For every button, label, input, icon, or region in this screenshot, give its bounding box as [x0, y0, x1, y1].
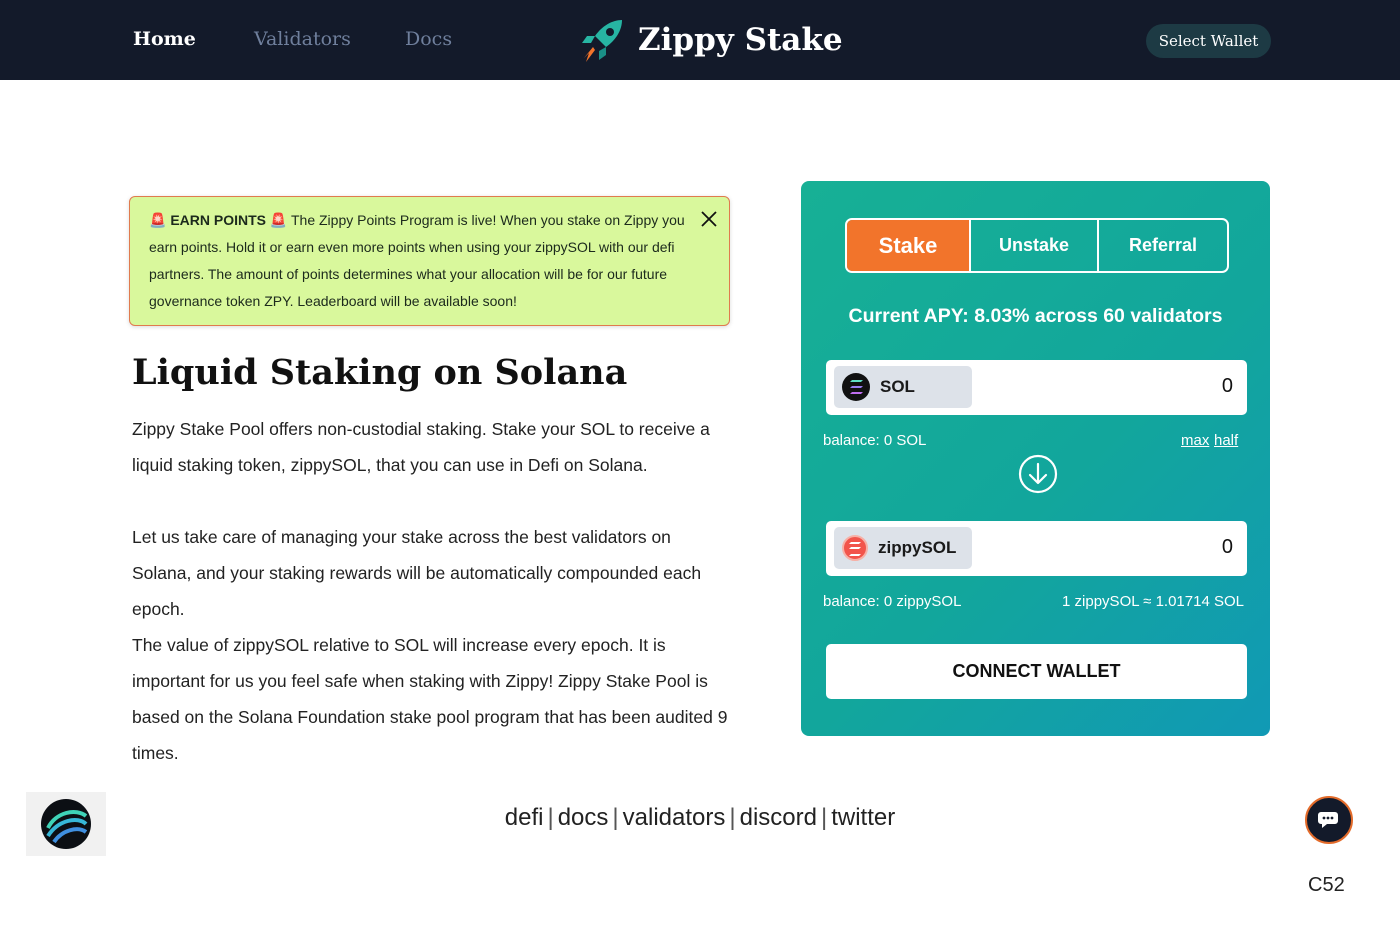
connect-wallet-button[interactable]: CONNECT WALLET — [826, 644, 1247, 699]
corner-code: C52 — [1308, 874, 1345, 896]
max-link[interactable]: max — [1181, 432, 1209, 449]
nav-validators-link[interactable]: Validators — [254, 28, 351, 50]
tab-referral[interactable]: Referral — [1097, 220, 1227, 271]
tab-stake[interactable]: Stake — [847, 220, 969, 271]
top-navbar: Home Validators Docs Zippy Stake Select … — [0, 0, 1400, 80]
alert-badge: EARN POINTS — [170, 212, 267, 228]
half-link[interactable]: half — [1214, 432, 1238, 449]
siren-icon: 🚨 — [149, 212, 167, 228]
value-paragraph: The value of zippySOL relative to SOL wi… — [132, 635, 728, 763]
earn-points-alert: 🚨 EARN POINTS 🚨 The Zippy Points Program… — [129, 196, 730, 326]
chat-icon — [1318, 812, 1338, 828]
sol-input-row[interactable]: SOL — [826, 360, 1247, 415]
zippysol-amount-input[interactable] — [1033, 536, 1233, 559]
exchange-rate: 1 zippySOL ≈ 1.01714 SOL — [1062, 593, 1244, 610]
sol-balance: balance: 0 SOL — [823, 432, 927, 449]
page-title: Liquid Staking on Solana — [132, 352, 628, 393]
chat-button[interactable] — [1305, 796, 1353, 844]
stake-card: Stake Unstake Referral Current APY: 8.03… — [801, 181, 1270, 736]
zippysol-balance: balance: 0 zippySOL — [823, 593, 962, 610]
close-icon[interactable] — [699, 209, 719, 229]
siren-icon: 🚨 — [269, 212, 288, 228]
management-paragraph: Let us take care of managing your stake … — [132, 527, 702, 619]
brand-logo[interactable]: Zippy Stake — [578, 14, 843, 66]
zippysol-token-selector[interactable]: zippySOL — [834, 527, 972, 569]
zippysol-output-row[interactable]: zippySOL — [826, 521, 1247, 576]
footer-link-validators[interactable]: validators — [623, 804, 726, 831]
footer-link-discord[interactable]: discord — [740, 804, 817, 831]
sol-token-label: SOL — [880, 377, 915, 396]
sol-token-selector[interactable]: SOL — [834, 366, 972, 408]
footer-link-docs[interactable]: docs — [558, 804, 609, 831]
brand-name: Zippy Stake — [638, 22, 843, 58]
footer-link-twitter[interactable]: twitter — [831, 804, 895, 831]
intro-paragraph: Zippy Stake Pool offers non-custodial st… — [132, 419, 710, 475]
footer-link-defi[interactable]: defi — [505, 804, 544, 831]
partner-logo[interactable] — [26, 792, 106, 856]
select-wallet-button[interactable]: Select Wallet — [1146, 24, 1271, 58]
nav-docs-link[interactable]: Docs — [405, 28, 452, 50]
rocket-icon — [582, 20, 622, 62]
zippysol-token-label: zippySOL — [878, 538, 957, 557]
zippysol-icon — [842, 535, 868, 561]
footer-links: defi | docs | validators | discord | twitter — [504, 804, 896, 831]
sol-amount-input[interactable] — [1033, 375, 1233, 398]
swirl-logo-icon — [41, 799, 91, 849]
stake-tabs: Stake Unstake Referral — [845, 218, 1229, 273]
tab-unstake[interactable]: Unstake — [969, 220, 1097, 271]
solana-icon — [842, 373, 870, 401]
apy-text: Current APY: 8.03% across 60 validators — [848, 305, 1223, 327]
arrow-down-icon[interactable] — [1018, 454, 1058, 494]
nav-home-link[interactable]: Home — [133, 28, 196, 50]
